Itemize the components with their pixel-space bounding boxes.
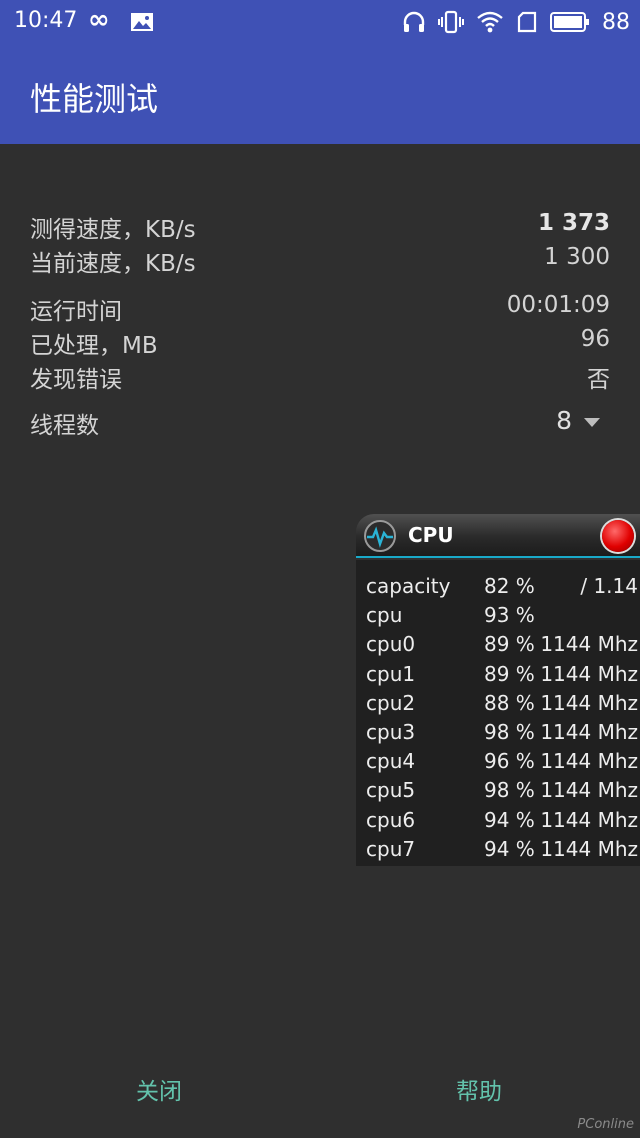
threads-dropdown[interactable]: 8 <box>510 406 610 440</box>
cpu-stat-percent: 94 % <box>484 807 535 832</box>
record-button-icon[interactable] <box>602 520 634 552</box>
cpu-stat-row: cpu5 98 % 1144 Mhz <box>366 778 638 806</box>
cpu-stat-frequency: / 1.14 <box>580 574 638 598</box>
status-time: 10:47 <box>14 8 78 33</box>
headphones-icon <box>403 11 425 32</box>
measured-speed-value: 1 373 <box>537 210 610 236</box>
status-icons: 88 <box>402 6 630 38</box>
cpu-stat-name: cpu2 <box>366 690 416 715</box>
cpu-stat-name: cpu1 <box>366 661 416 686</box>
cpu-stat-row: cpu1 89 % 1144 Mhz <box>366 661 638 690</box>
image-icon <box>131 13 153 31</box>
vibrate-icon <box>438 10 464 34</box>
current-speed-value: 1 300 <box>544 244 610 270</box>
processed-label: 已处理，MB <box>30 333 158 359</box>
cpu-stat-name: cpu <box>366 603 403 628</box>
measured-speed-label: 测得速度，KB/s <box>30 217 196 243</box>
cpu-stat-row: cpu2 88 % 1144 Mhz <box>366 690 638 719</box>
threads-label: 线程数 <box>30 413 99 439</box>
cpu-overlay-header[interactable]: CPU <box>356 514 640 558</box>
page-title: 性能测试 <box>30 80 159 118</box>
cpu-stat-percent: 98 % <box>484 720 535 744</box>
current-speed-label: 当前速度，KB/s <box>30 251 196 277</box>
cpu-stat-name: cpu0 <box>366 632 416 657</box>
cpu-stat-frequency: 1144 Mhz <box>540 836 638 861</box>
cpu-stat-row: cpu0 89 % 1144 Mhz <box>366 632 638 660</box>
cpu-stat-percent: 89 % <box>484 661 535 686</box>
cpu-monitor-overlay[interactable]: CPU capacity 82 %/ 1.14 cpu 93 % cpu0 89 % 114… <box>356 514 640 866</box>
pulse-icon <box>364 520 396 552</box>
cpu-stat-percent: 93 % <box>484 603 535 628</box>
cpu-overlay-title: CPU <box>408 523 454 547</box>
threads-row: 线程数 8 <box>30 406 610 440</box>
cpu-stat-frequency: 1144 Mhz <box>540 690 638 715</box>
cpu-stat-row: cpu7 94 % 1144 Mhz <box>366 836 638 865</box>
sim-card-icon <box>517 11 537 33</box>
cpu-stat-frequency: 1144 Mhz <box>540 807 638 832</box>
battery-level: 88 <box>602 9 630 35</box>
dropdown-arrow-icon <box>584 418 600 427</box>
close-button[interactable]: 关闭 <box>136 1072 182 1106</box>
run-time-row: 运行时间 00:01:09 <box>30 292 610 326</box>
current-speed-row: 当前速度，KB/s 1 300 <box>30 244 610 278</box>
cpu-stat-name: cpu5 <box>366 778 416 803</box>
watermark-logo: PConline <box>577 1117 634 1132</box>
cpu-stat-name: cpu3 <box>366 720 416 744</box>
cpu-stat-name: cpu7 <box>366 836 416 861</box>
errors-label: 发现错误 <box>30 367 122 393</box>
errors-value: 否 <box>587 367 610 393</box>
measured-speed-row: 测得速度，KB/s 1 373 <box>30 210 610 244</box>
cpu-stat-percent: 88 % <box>484 690 535 715</box>
cpu-stat-percent: 82 % <box>484 574 535 598</box>
cpu-stat-row: cpu6 94 % 1144 Mhz <box>366 807 638 836</box>
processed-value: 96 <box>580 326 610 352</box>
cpu-stat-row: cpu 93 % <box>366 603 636 631</box>
cpu-stat-percent: 94 % <box>484 836 535 861</box>
cpu-stat-frequency: 1144 Mhz <box>540 720 638 744</box>
app-bar: 性能测试 <box>0 44 640 144</box>
cpu-stats-list: capacity 82 %/ 1.14 cpu 93 % cpu0 89 % 1144 Mh… <box>356 560 640 866</box>
run-time-label: 运行时间 <box>30 299 122 325</box>
run-time-value: 00:01:09 <box>506 292 610 318</box>
cpu-stat-name: cpu4 <box>366 749 416 774</box>
wifi-icon <box>477 11 503 33</box>
cpu-stat-percent: 96 % <box>484 749 535 774</box>
cpu-stat-frequency: 1144 Mhz <box>540 632 638 657</box>
errors-row: 发现错误 否 <box>30 360 610 394</box>
cpu-stat-percent: 89 % <box>484 632 535 657</box>
cpu-stat-row: cpu4 96 % 1144 Mhz <box>366 749 638 777</box>
cpu-stat-frequency: 1144 Mhz <box>540 749 638 774</box>
cpu-stat-name: cpu6 <box>366 807 416 832</box>
cpu-stat-percent: 98 % <box>484 778 535 803</box>
cpu-stat-frequency: 1144 Mhz <box>540 661 638 686</box>
battery-icon <box>550 12 589 32</box>
processed-row: 已处理，MB 96 <box>30 326 610 360</box>
help-button[interactable]: 帮助 <box>456 1072 502 1106</box>
cpu-stat-name: capacity <box>366 574 451 598</box>
status-bar: 10:47 ∞ 88 <box>0 0 640 44</box>
cpu-stat-row: capacity 82 % / 1.14 <box>366 574 638 602</box>
cpu-stat-row: cpu3 98 % 1144 Mhz <box>366 720 638 748</box>
infinity-icon: ∞ <box>88 5 110 35</box>
cpu-stat-frequency: 1144 Mhz <box>540 778 638 803</box>
threads-value: 8 <box>556 406 572 435</box>
